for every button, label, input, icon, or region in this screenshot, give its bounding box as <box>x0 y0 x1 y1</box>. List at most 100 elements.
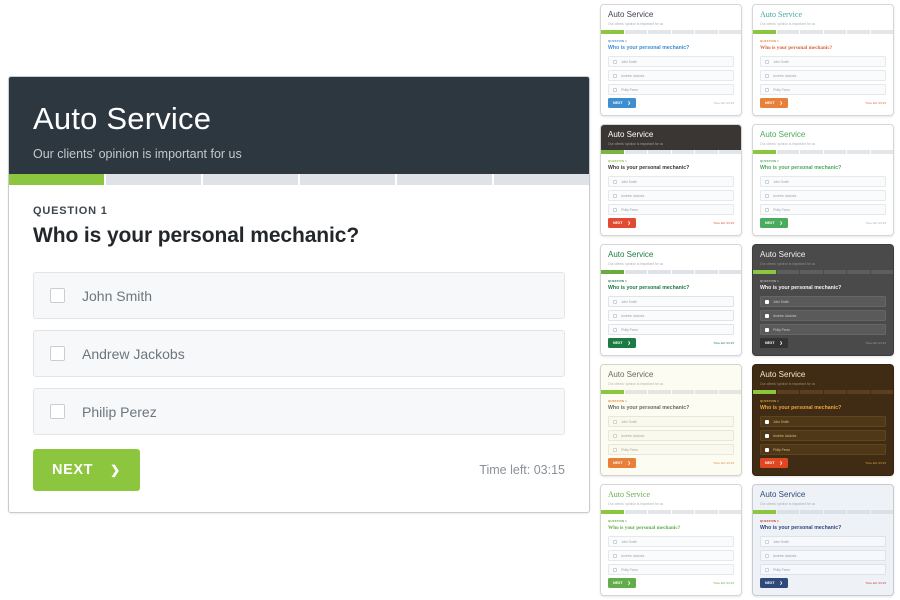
checkbox-icon[interactable] <box>613 87 617 92</box>
answer-option-3[interactable]: Philip Perez <box>33 388 565 435</box>
checkbox-icon[interactable] <box>765 87 769 92</box>
variant-thumbnail-dark-brown[interactable]: Auto Service Our clients' opinion is impo… <box>752 364 894 476</box>
progress-segment <box>870 150 893 154</box>
variant-thumbnail-forest-green[interactable]: Auto Service Our clients' opinion is impo… <box>600 244 742 356</box>
answer-option-1[interactable]: John Smith <box>608 56 734 67</box>
answer-option-3[interactable]: Philip Perez <box>608 84 734 95</box>
answer-option-1[interactable]: John Smith <box>760 176 886 187</box>
survey-footer: NEXT ❯ Time left: 03:15 <box>601 98 741 108</box>
checkbox-icon[interactable] <box>50 288 65 303</box>
variant-thumbnail-navy-blue[interactable]: Auto Service Our clients' opinion is impo… <box>752 484 894 596</box>
answer-option-3[interactable]: Philip Perez <box>760 204 886 215</box>
answer-option-1[interactable]: John Smith <box>608 296 734 307</box>
answer-option-1[interactable]: John Smith <box>760 536 886 547</box>
answer-option-3[interactable]: Philip Perez <box>608 204 734 215</box>
variant-thumbnail-light-blue[interactable]: Auto Service Our clients' opinion is impo… <box>600 4 742 116</box>
next-button[interactable]: NEXT ❯ <box>608 98 636 108</box>
answer-option-3[interactable]: Philip Perez <box>760 564 886 575</box>
answer-option-1[interactable]: John Smith <box>760 296 886 307</box>
variant-thumbnail-serif-green[interactable]: Auto Service Our clients' opinion is impo… <box>600 484 742 596</box>
checkbox-icon[interactable] <box>613 553 617 558</box>
checkbox-icon[interactable] <box>613 447 617 452</box>
checkbox-icon[interactable] <box>613 419 617 424</box>
answer-option-2[interactable]: Andrew Jackobs <box>760 190 886 201</box>
checkbox-icon[interactable] <box>613 327 617 332</box>
variant-thumbnail-dark-red[interactable]: Auto Service Our clients' opinion is impo… <box>600 124 742 236</box>
answer-option-label: John Smith <box>621 299 637 304</box>
answer-options-list: John Smith Andrew Jackobs Philip Perez <box>760 416 886 455</box>
answer-option-3[interactable]: Philip Perez <box>760 324 886 335</box>
next-button-label: NEXT <box>765 341 775 345</box>
answer-option-1[interactable]: John Smith <box>33 272 565 319</box>
checkbox-icon[interactable] <box>765 447 769 452</box>
progress-segment <box>776 150 799 154</box>
checkbox-icon[interactable] <box>613 193 617 198</box>
next-button[interactable]: NEXT ❯ <box>608 218 636 228</box>
checkbox-icon[interactable] <box>765 433 769 438</box>
next-button[interactable]: NEXT ❯ <box>608 458 636 468</box>
answer-option-3[interactable]: Philip Perez <box>608 564 734 575</box>
answer-option-1[interactable]: John Smith <box>608 536 734 547</box>
next-button[interactable]: NEXT ❯ <box>33 449 140 491</box>
next-button[interactable]: NEXT ❯ <box>760 218 788 228</box>
variant-thumbnail-dark-gray[interactable]: Auto Service Our clients' opinion is impo… <box>752 244 894 356</box>
checkbox-icon[interactable] <box>765 193 769 198</box>
answer-option-label: Andrew Jackobs <box>621 433 645 438</box>
answer-option-label: Andrew Jackobs <box>621 313 645 318</box>
checkbox-icon[interactable] <box>765 313 769 318</box>
progress-bar <box>753 390 893 394</box>
answer-option-3[interactable]: Philip Perez <box>608 324 734 335</box>
next-button[interactable]: NEXT ❯ <box>760 578 788 588</box>
checkbox-icon[interactable] <box>50 404 65 419</box>
time-left-label: Time left: 03:15 <box>865 581 886 585</box>
checkbox-icon[interactable] <box>765 539 769 544</box>
checkbox-icon[interactable] <box>765 59 769 64</box>
checkbox-icon[interactable] <box>613 73 617 78</box>
answer-option-1[interactable]: John Smith <box>760 56 886 67</box>
checkbox-icon[interactable] <box>765 207 769 212</box>
answer-option-3[interactable]: Philip Perez <box>760 444 886 455</box>
variant-thumbnail-serif-teal[interactable]: Auto Service Our clients' opinion is impo… <box>752 4 894 116</box>
checkbox-icon[interactable] <box>765 73 769 78</box>
question-text: Who is your personal mechanic? <box>608 45 690 51</box>
next-button[interactable]: NEXT ❯ <box>760 458 788 468</box>
answer-option-1[interactable]: John Smith <box>760 416 886 427</box>
variant-thumbnail-cream-orange[interactable]: Auto Service Our clients' opinion is impo… <box>600 364 742 476</box>
answer-option-2[interactable]: Andrew Jackobs <box>608 310 734 321</box>
answer-option-1[interactable]: John Smith <box>608 416 734 427</box>
checkbox-icon[interactable] <box>765 179 769 184</box>
next-button[interactable]: NEXT ❯ <box>760 338 788 348</box>
answer-option-2[interactable]: Andrew Jackobs <box>760 550 886 561</box>
next-button[interactable]: NEXT ❯ <box>608 578 636 588</box>
checkbox-icon[interactable] <box>50 346 65 361</box>
checkbox-icon[interactable] <box>613 313 617 318</box>
checkbox-icon[interactable] <box>613 539 617 544</box>
answer-option-2[interactable]: Andrew Jackobs <box>33 330 565 377</box>
checkbox-icon[interactable] <box>765 419 769 424</box>
checkbox-icon[interactable] <box>613 299 617 304</box>
checkbox-icon[interactable] <box>613 433 617 438</box>
checkbox-icon[interactable] <box>613 179 617 184</box>
answer-option-2[interactable]: Andrew Jackobs <box>608 550 734 561</box>
answer-option-3[interactable]: Philip Perez <box>608 444 734 455</box>
checkbox-icon[interactable] <box>613 59 617 64</box>
checkbox-icon[interactable] <box>765 553 769 558</box>
answer-option-3[interactable]: Philip Perez <box>760 84 886 95</box>
next-button[interactable]: NEXT ❯ <box>760 98 788 108</box>
checkbox-icon[interactable] <box>613 207 617 212</box>
answer-option-2[interactable]: Andrew Jackobs <box>608 190 734 201</box>
variant-thumbnail-light-green[interactable]: Auto Service Our clients' opinion is impo… <box>752 124 894 236</box>
answer-option-2[interactable]: Andrew Jackobs <box>760 310 886 321</box>
answer-option-1[interactable]: John Smith <box>608 176 734 187</box>
answer-option-2[interactable]: Andrew Jackobs <box>760 430 886 441</box>
checkbox-icon[interactable] <box>765 567 769 572</box>
page-title: Auto Service <box>760 250 806 259</box>
checkbox-icon[interactable] <box>765 327 769 332</box>
answer-option-2[interactable]: Andrew Jackobs <box>608 70 734 81</box>
answer-option-2[interactable]: Andrew Jackobs <box>760 70 886 81</box>
next-button[interactable]: NEXT ❯ <box>608 338 636 348</box>
checkbox-icon[interactable] <box>613 567 617 572</box>
checkbox-icon[interactable] <box>765 299 769 304</box>
progress-segment <box>648 270 671 274</box>
answer-option-2[interactable]: Andrew Jackobs <box>608 430 734 441</box>
